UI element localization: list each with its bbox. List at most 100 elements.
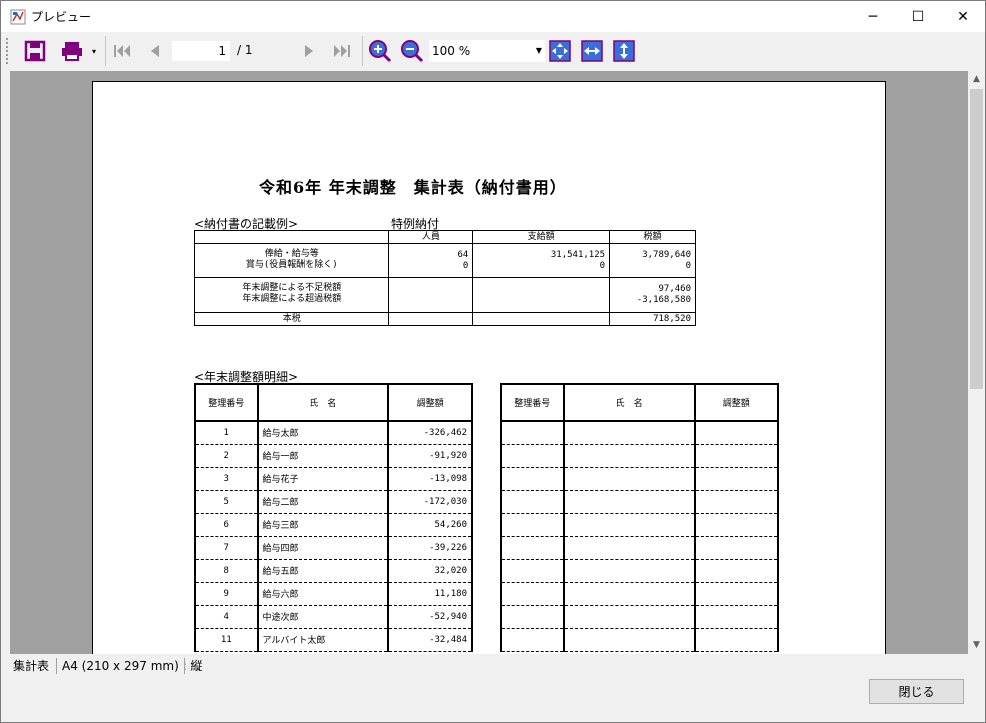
cell-value: 3,789,640 (642, 249, 691, 260)
fit-height-button[interactable] (611, 38, 637, 64)
zoom-in-button[interactable] (367, 38, 393, 64)
table-row: 11 アルバイト太郎 -32,484 (194, 627, 473, 652)
row-amount-cell: -172,030 (387, 489, 473, 514)
empty-cell (693, 466, 780, 491)
minimize-button[interactable]: ─ (850, 1, 896, 32)
paid-cell (472, 312, 611, 326)
empty-cell (500, 512, 565, 537)
empty-cell (693, 581, 780, 606)
window-title: プレビュー (31, 10, 92, 24)
fit-page-button[interactable] (547, 38, 573, 64)
row-label-line: 俸給・給与等 (264, 249, 319, 259)
page-total-label: / 1 (237, 43, 253, 57)
empty-cell (693, 489, 780, 514)
table-header-row: 整理番号 氏 名 調整額 (500, 383, 780, 422)
header-cell: 整理番号 (194, 383, 259, 422)
row-label: 年末調整による不足税額 年末調整による超過税額 (193, 277, 390, 313)
cell-value: 31,541,125 (550, 249, 606, 260)
header-cell: 支給額 (472, 230, 611, 244)
zoom-out-icon (401, 40, 424, 63)
table-row: 3 給与花子 -13,098 (194, 466, 473, 491)
scrollbar-thumb[interactable] (970, 89, 983, 389)
header-cell: 調整額 (387, 383, 473, 422)
table-row: 2 給与一郎 -91,920 (194, 443, 473, 468)
row-number-cell: 3 (194, 466, 259, 491)
empty-cell (693, 604, 780, 629)
scroll-up-icon[interactable]: ▲ (968, 71, 985, 88)
page-number-input[interactable]: 1 (171, 40, 231, 62)
row-amount-cell: -52,940 (387, 604, 473, 629)
app-icon (10, 9, 26, 25)
table-row (500, 581, 780, 606)
row-amount-cell: 32,020 (387, 558, 473, 583)
tax-cell: 718,520 (609, 312, 696, 326)
row-amount-cell: -91,920 (387, 443, 473, 468)
empty-cell (500, 627, 565, 652)
row-name-cell: 中途次郎 (256, 604, 390, 629)
row-name-cell: 給与四郎 (256, 535, 390, 560)
cell-value: 0 (599, 260, 606, 271)
empty-cell (693, 535, 780, 560)
document-title: 令和6年 年末調整 集計表（納付書用） (259, 178, 567, 197)
status-separator (56, 658, 57, 674)
vertical-scrollbar[interactable]: ▲ ▼ (968, 71, 985, 654)
empty-cell (500, 581, 565, 606)
table-row (500, 627, 780, 652)
table-header-row: 整理番号 氏 名 調整額 (194, 383, 473, 422)
cell-value: 0 (462, 260, 469, 271)
next-page-button[interactable] (297, 38, 323, 64)
detail-table-left: 整理番号 氏 名 調整額 1 給与太郎 -326,462 2 給与一郎 -91,920 3 給… (194, 383, 473, 652)
preview-viewport[interactable]: 令和6年 年末調整 集計表（納付書用） <納付書の記載例> 特例納付 人員 支給… (10, 71, 969, 654)
header-cell: 人員 (388, 230, 474, 244)
row-name-cell: 給与一郎 (256, 443, 390, 468)
prev-page-icon (151, 45, 159, 57)
table-row (500, 466, 780, 491)
row-number-cell: 9 (194, 581, 259, 606)
fit-width-button[interactable] (579, 38, 605, 64)
close-button[interactable]: 閉じる (869, 679, 964, 704)
row-number-cell: 1 (194, 420, 259, 445)
last-page-button[interactable] (329, 38, 355, 64)
row-amount-cell: -13,098 (387, 466, 473, 491)
empty-cell (500, 604, 565, 629)
people-cell (388, 312, 474, 326)
empty-cell (562, 558, 696, 583)
print-icon (62, 42, 82, 61)
document-page: 令和6年 年末調整 集計表（納付書用） <納付書の記載例> 特例納付 人員 支給… (92, 81, 886, 654)
empty-cell (562, 489, 696, 514)
row-label: 俸給・給与等 賞与(役員報酬を除く) (193, 243, 390, 278)
row-number-cell: 7 (194, 535, 259, 560)
zoom-select[interactable]: 100 % ▼ (429, 40, 545, 62)
print-dropdown-icon[interactable]: ▾ (89, 38, 99, 64)
row-name-cell: 給与花子 (256, 466, 390, 491)
row-amount-cell: -326,462 (387, 420, 473, 445)
fit-width-icon (581, 40, 603, 62)
table-row: 8 給与五郎 32,020 (194, 558, 473, 583)
save-icon (24, 40, 46, 62)
print-button[interactable] (57, 38, 87, 64)
prev-page-button[interactable] (141, 38, 167, 64)
row-name-cell: 給与三郎 (256, 512, 390, 537)
row-number-cell: 6 (194, 512, 259, 537)
preview-window: プレビュー ─ ☐ ✕ ▾ 1 / 1 100 % ▼ 令和6年 年末調整 集計… (0, 0, 986, 723)
table-row: 9 給与六郎 11,180 (194, 581, 473, 606)
scroll-down-icon[interactable]: ▼ (968, 637, 985, 654)
window-close-button[interactable]: ✕ (940, 1, 986, 32)
row-number-cell: 5 (194, 489, 259, 514)
cell-value: 64 (457, 249, 469, 260)
toolbar-grip[interactable] (6, 38, 9, 64)
maximize-button[interactable]: ☐ (895, 1, 941, 32)
tax-cell: 3,789,640 0 (609, 243, 696, 278)
table-row (500, 420, 780, 445)
paid-cell (472, 277, 611, 313)
first-page-icon (114, 45, 130, 57)
row-amount-cell: 54,260 (387, 512, 473, 537)
empty-cell (693, 443, 780, 468)
row-name-cell: アルバイト太郎 (256, 627, 390, 652)
status-separator (184, 658, 185, 674)
first-page-button[interactable] (109, 38, 135, 64)
zoom-out-button[interactable] (399, 38, 425, 64)
empty-cell (562, 627, 696, 652)
table-row (500, 443, 780, 468)
save-button[interactable] (21, 38, 49, 64)
